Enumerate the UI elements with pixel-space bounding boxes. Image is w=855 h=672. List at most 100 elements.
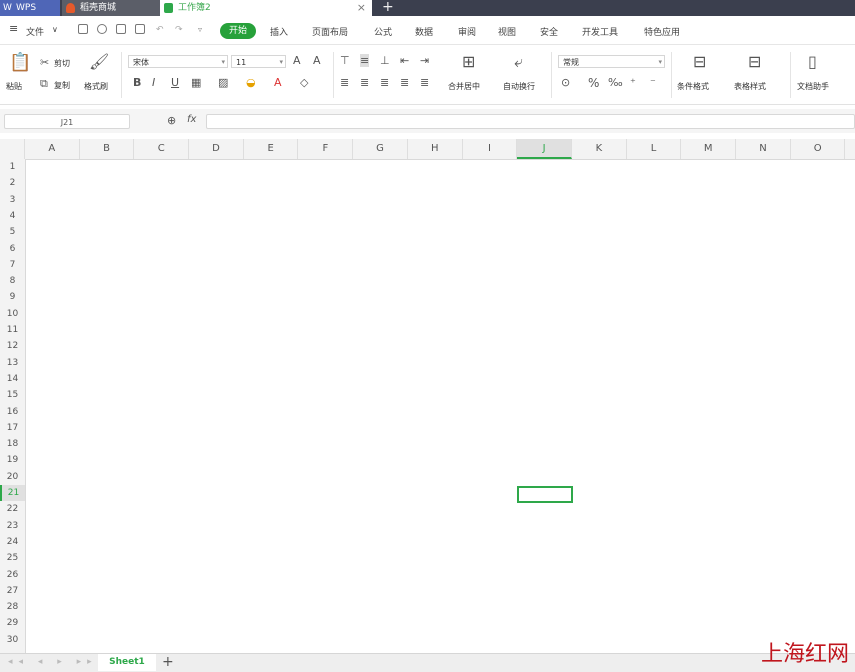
- border-icon[interactable]: ▦: [191, 76, 201, 89]
- fill-color-icon[interactable]: ◒: [246, 76, 256, 89]
- column-header-o[interactable]: O: [791, 139, 846, 159]
- paste-icon[interactable]: 📋: [9, 52, 31, 73]
- column-header-d[interactable]: D: [189, 139, 244, 159]
- conditional-format-button[interactable]: 条件格式: [677, 81, 709, 92]
- new-tab-button[interactable]: +: [382, 0, 394, 15]
- menu-developer[interactable]: 开发工具: [582, 25, 618, 38]
- column-header-c[interactable]: C: [134, 139, 190, 159]
- column-header-i[interactable]: I: [463, 139, 518, 159]
- copy-button[interactable]: 复制: [54, 80, 70, 91]
- row-header-22[interactable]: 22: [0, 501, 25, 517]
- justify-icon[interactable]: ≣: [400, 76, 409, 89]
- font-family-select[interactable]: 宋体 ▾: [128, 55, 228, 68]
- underline-button[interactable]: U: [171, 76, 179, 89]
- sheet-nav-icon[interactable]: ◂◂ ◂ ▸ ▸▸: [8, 654, 98, 671]
- row-header-29[interactable]: 29: [0, 615, 25, 631]
- undo-icon[interactable]: ↶: [156, 25, 164, 35]
- fx-icon[interactable]: fx: [187, 114, 196, 125]
- format-painter-icon[interactable]: 🖌: [89, 52, 109, 71]
- menu-insert[interactable]: 插入: [270, 25, 288, 38]
- spreadsheet-grid[interactable]: ABCDEFGHIJKLMNO 1 2 3 4 5 6 7 8 9 10 11 12 13 14 15 16 1…: [0, 139, 855, 653]
- tab-workbook[interactable]: 工作簿2 ×: [160, 0, 372, 16]
- column-header-n[interactable]: N: [736, 139, 791, 159]
- wrap-text-icon[interactable]: ⤶: [514, 52, 523, 72]
- row-header-25[interactable]: 25: [0, 550, 25, 566]
- row-header-30[interactable]: 30: [0, 632, 25, 648]
- indent-decrease-icon[interactable]: ⇤: [400, 54, 409, 67]
- menu-page-layout[interactable]: 页面布局: [312, 25, 348, 38]
- indent-increase-icon[interactable]: ⇥: [420, 54, 429, 67]
- sheet-tab-sheet1[interactable]: Sheet1: [98, 654, 156, 671]
- column-header-g[interactable]: G: [353, 139, 408, 159]
- column-header-h[interactable]: H: [408, 139, 463, 159]
- row-header-28[interactable]: 28: [0, 599, 25, 615]
- select-all-corner[interactable]: [0, 139, 25, 159]
- cut-button[interactable]: 剪切: [54, 58, 70, 69]
- chevron-down-icon[interactable]: ∨: [52, 25, 58, 34]
- row-header-9[interactable]: 9: [0, 289, 25, 305]
- table-style-button[interactable]: 表格样式: [734, 81, 766, 92]
- align-top-icon[interactable]: ⊤: [340, 54, 350, 67]
- tab-wps[interactable]: W WPS: [0, 0, 60, 16]
- row-header-4[interactable]: 4: [0, 208, 25, 224]
- close-tab-icon[interactable]: ×: [357, 0, 366, 16]
- column-header-j[interactable]: J: [517, 139, 572, 159]
- row-header-16[interactable]: 16: [0, 404, 25, 420]
- menu-file[interactable]: 文件: [26, 25, 44, 38]
- row-header-21[interactable]: 21: [0, 485, 25, 502]
- font-shrink-icon[interactable]: A: [313, 54, 321, 67]
- menu-security[interactable]: 安全: [540, 25, 558, 38]
- row-header-27[interactable]: 27: [0, 583, 25, 599]
- menu-special[interactable]: 特色应用: [644, 25, 680, 38]
- menu-view[interactable]: 视图: [498, 25, 516, 38]
- row-header-20[interactable]: 20: [0, 469, 25, 485]
- export-icon[interactable]: [135, 24, 145, 34]
- row-header-26[interactable]: 26: [0, 567, 25, 583]
- merge-center-button[interactable]: 合并居中: [448, 81, 480, 92]
- merge-center-icon[interactable]: ⊞: [462, 52, 475, 71]
- column-header-b[interactable]: B: [80, 139, 135, 159]
- save-icon[interactable]: [78, 24, 88, 34]
- font-grow-icon[interactable]: A: [293, 54, 301, 67]
- column-header-k[interactable]: K: [572, 139, 627, 159]
- column-header-l[interactable]: L: [627, 139, 682, 159]
- menu-review[interactable]: 审阅: [458, 25, 476, 38]
- row-header-15[interactable]: 15: [0, 387, 25, 403]
- row-header-7[interactable]: 7: [0, 257, 25, 273]
- menu-home[interactable]: 开始: [220, 23, 256, 39]
- copy-icon[interactable]: ⧉: [40, 77, 48, 91]
- menu-formulas[interactable]: 公式: [374, 25, 392, 38]
- format-painter-button[interactable]: 格式刷: [84, 81, 108, 92]
- currency-icon[interactable]: ⊙: [561, 76, 570, 89]
- font-size-select[interactable]: 11 ▾: [231, 55, 286, 68]
- increase-decimal-icon[interactable]: ⁺: [630, 76, 636, 89]
- font-color-icon[interactable]: A: [274, 76, 282, 89]
- column-header-m[interactable]: M: [681, 139, 737, 159]
- row-header-13[interactable]: 13: [0, 355, 25, 371]
- row-header-8[interactable]: 8: [0, 273, 25, 289]
- clear-format-icon[interactable]: ◇: [300, 76, 308, 89]
- row-header-6[interactable]: 6: [0, 241, 25, 257]
- column-header-a[interactable]: A: [25, 139, 80, 159]
- row-header-1[interactable]: 1: [0, 159, 25, 175]
- hamburger-icon[interactable]: ≡: [9, 22, 18, 35]
- align-bottom-icon[interactable]: ⊥: [380, 54, 390, 67]
- redo-icon[interactable]: ↷: [175, 25, 183, 35]
- wrap-text-button[interactable]: 自动换行: [503, 81, 535, 92]
- bold-button[interactable]: B: [133, 76, 141, 89]
- print-preview-icon[interactable]: [97, 24, 107, 34]
- conditional-format-icon[interactable]: ⊟: [693, 52, 706, 71]
- document-helper-button[interactable]: 文档助手: [797, 81, 829, 92]
- row-header-18[interactable]: 18: [0, 436, 25, 452]
- document-helper-icon[interactable]: ▯: [808, 52, 817, 71]
- column-header-e[interactable]: E: [244, 139, 299, 159]
- row-header-14[interactable]: 14: [0, 371, 25, 387]
- align-middle-icon[interactable]: ≡: [360, 54, 370, 67]
- fill-style-icon[interactable]: ▨: [218, 76, 228, 89]
- menu-data[interactable]: 数据: [415, 25, 433, 38]
- active-cell-selection[interactable]: [517, 486, 573, 503]
- row-header-3[interactable]: 3: [0, 192, 25, 208]
- tab-daoke-store[interactable]: 稻壳商城: [62, 0, 160, 16]
- percent-button[interactable]: %: [588, 76, 599, 90]
- row-header-23[interactable]: 23: [0, 518, 25, 534]
